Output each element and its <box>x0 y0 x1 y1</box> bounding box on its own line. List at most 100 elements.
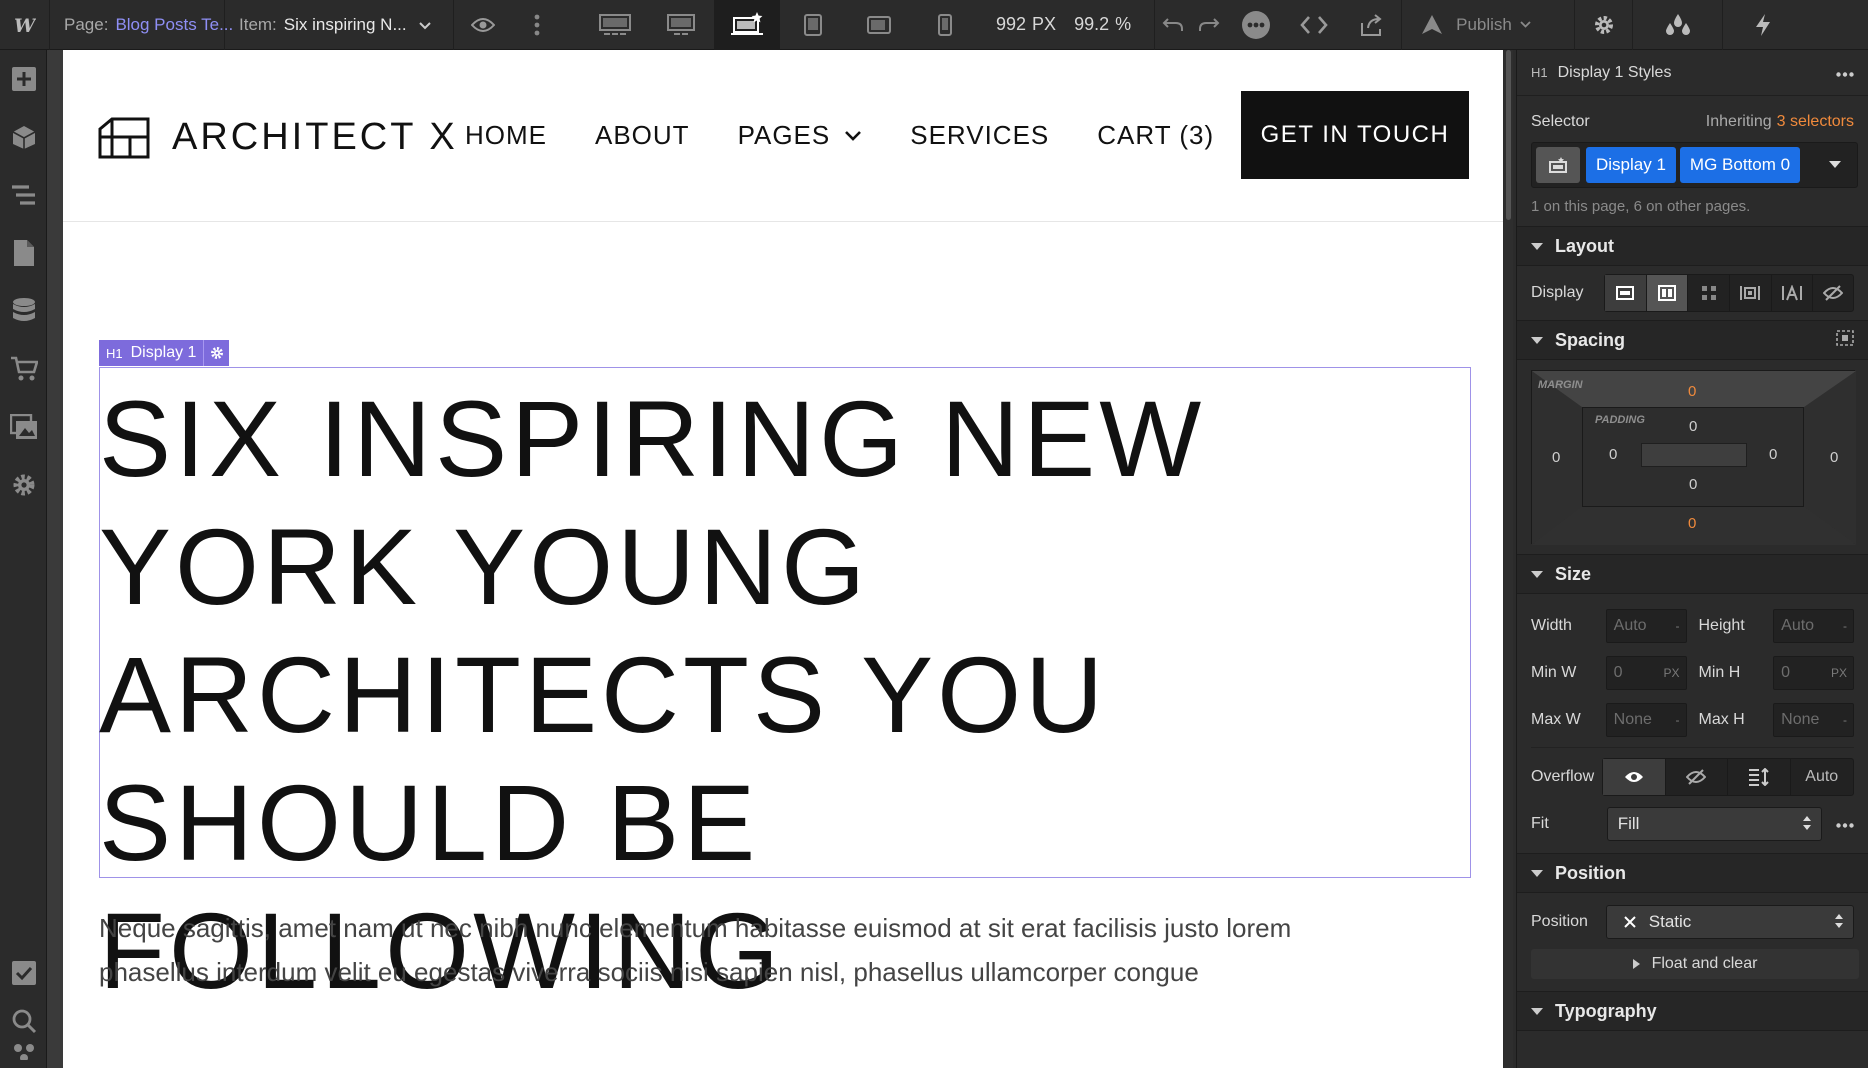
selector-chip-mg-bottom-0[interactable]: MG Bottom 0 <box>1679 147 1801 183</box>
breakpoint-tablet-icon[interactable] <box>780 0 846 50</box>
settings-gear-icon[interactable] <box>1575 0 1634 50</box>
spacing-expand-icon[interactable] <box>1836 329 1854 351</box>
comments-icon[interactable] <box>1227 0 1285 50</box>
canvas-zoom-unit: % <box>1115 14 1132 34</box>
webflow-logo-icon[interactable]: W <box>0 0 50 50</box>
selected-element-tag[interactable]: H1 Display 1 <box>99 340 230 366</box>
nav-link-home[interactable]: HOME <box>465 120 547 151</box>
navigator-icon[interactable] <box>0 166 47 224</box>
float-and-clear-toggle[interactable]: Float and clear <box>1531 949 1859 979</box>
style-panel-header: H1 Display 1 Styles <box>1517 50 1868 96</box>
element-settings-gear-icon[interactable] <box>203 340 229 366</box>
nav-dropdown-pages[interactable]: PAGES <box>738 120 863 151</box>
brand-link[interactable]: ARCHITECT X <box>98 115 458 159</box>
fit-label: Fit <box>1531 815 1549 832</box>
width-input[interactable]: Auto - <box>1605 608 1687 643</box>
padding-top-value[interactable]: 0 <box>1689 418 1697 435</box>
more-options-icon[interactable] <box>512 0 562 50</box>
selector-state-icon[interactable] <box>1536 147 1580 183</box>
item-selector[interactable]: Item: Six inspiring N... <box>225 0 454 50</box>
nav-pages-label: PAGES <box>737 120 831 150</box>
display-grid-icon[interactable] <box>1688 275 1731 311</box>
overflow-hidden-icon[interactable] <box>1666 758 1728 795</box>
post-intro-paragraph[interactable]: Neque sagittis, amet nam ut nec nibh nun… <box>99 906 1389 994</box>
selector-chip-display-1[interactable]: Display 1 <box>1586 147 1676 183</box>
style-panel: H1 Display 1 Styles Selector Inheriting … <box>1516 50 1868 1068</box>
get-in-touch-button[interactable]: GET IN TOUCH <box>1241 91 1469 179</box>
overflow-auto-button[interactable]: Auto <box>1791 759 1854 795</box>
padding-left-value[interactable]: 0 <box>1609 446 1617 463</box>
max-width-input[interactable]: None - <box>1605 702 1687 737</box>
padding-bottom-value[interactable]: 0 <box>1689 476 1697 493</box>
symbols-cube-icon[interactable] <box>0 108 47 166</box>
site-settings-gear-icon[interactable] <box>0 456 47 514</box>
margin-top-value[interactable]: 0 <box>1688 383 1696 400</box>
position-value: Static <box>1648 912 1692 931</box>
display-block-icon[interactable] <box>1605 275 1647 311</box>
publish-button[interactable]: Publish <box>1401 0 1576 50</box>
height-input[interactable]: Auto - <box>1773 608 1854 643</box>
padding-label: PADDING <box>1595 414 1645 426</box>
assets-images-icon[interactable] <box>0 398 47 456</box>
fit-more-icon[interactable] <box>1836 815 1854 833</box>
preview-eye-icon[interactable] <box>454 0 512 50</box>
canvas-width-value[interactable]: 992 <box>990 14 1032 35</box>
selector-label: Selector <box>1531 113 1590 130</box>
max-height-input[interactable]: None - <box>1773 702 1854 737</box>
selector-field[interactable]: Display 1 MG Bottom 0 <box>1531 142 1858 188</box>
min-width-input[interactable]: 0 PX <box>1605 655 1687 690</box>
section-typography-header[interactable]: Typography <box>1517 991 1868 1031</box>
margin-right-value[interactable]: 0 <box>1830 449 1838 466</box>
position-controls: Position Static Float and clear <box>1517 893 1868 979</box>
interactions-bolt-icon[interactable] <box>1723 0 1803 50</box>
inheriting-selectors-link[interactable]: 3 selectors <box>1777 113 1854 131</box>
canvas-zoom-value[interactable]: 99.2 <box>1068 14 1115 35</box>
breakpoint-1440-icon[interactable] <box>648 0 714 50</box>
fit-select[interactable]: Fill <box>1606 807 1822 841</box>
section-typography-title: Typography <box>1555 1000 1657 1021</box>
undo-icon[interactable] <box>1155 0 1191 50</box>
position-select[interactable]: Static <box>1605 905 1854 939</box>
margin-bottom-value[interactable]: 0 <box>1688 515 1696 532</box>
export-icon[interactable] <box>1343 0 1401 50</box>
add-elements-icon[interactable] <box>0 50 47 108</box>
style-manager-drops-icon[interactable] <box>1633 0 1724 50</box>
section-spacing-header[interactable]: Spacing <box>1517 320 1868 360</box>
element-type-badge: H1 <box>106 345 123 361</box>
designer-canvas[interactable]: ARCHITECT X HOME ABOUT PAGES SERVICES CA… <box>47 50 1513 1068</box>
padding-right-value[interactable]: 0 <box>1769 446 1777 463</box>
page-selector[interactable]: Page: Blog Posts Te... <box>50 0 233 50</box>
section-size-header[interactable]: Size <box>1517 554 1868 594</box>
display-inline-block-icon[interactable] <box>1730 275 1772 311</box>
breakpoint-desktop-icon[interactable] <box>714 0 780 50</box>
nav-link-services[interactable]: SERVICES <box>910 120 1049 151</box>
section-layout-header[interactable]: Layout <box>1517 226 1868 266</box>
code-icon[interactable] <box>1285 0 1343 50</box>
overflow-visible-eye-icon[interactable] <box>1603 758 1666 795</box>
breakpoint-landscape-icon[interactable] <box>846 0 912 50</box>
min-height-input[interactable]: 0 PX <box>1773 655 1854 690</box>
section-position-header[interactable]: Position <box>1517 853 1868 893</box>
display-none-icon[interactable] <box>1813 275 1853 311</box>
canvas-scrollbar[interactable] <box>1504 50 1513 1068</box>
pages-icon[interactable] <box>0 224 47 282</box>
redo-icon[interactable] <box>1191 0 1227 50</box>
selector-dropdown-icon[interactable] <box>1829 156 1841 174</box>
overflow-scroll-icon[interactable] <box>1728 758 1791 795</box>
display-flex-icon[interactable] <box>1646 275 1689 311</box>
breakpoint-phone-icon[interactable] <box>912 0 978 50</box>
collaborators-icon[interactable] <box>0 1040 47 1068</box>
margin-left-value[interactable]: 0 <box>1552 449 1560 466</box>
width-unit: - <box>1675 618 1680 633</box>
caret-down-icon <box>1531 336 1543 344</box>
spacing-box-model: MARGIN 0 0 0 0 PADDING 0 0 0 0 <box>1531 370 1856 545</box>
min-width-label: Min W <box>1531 663 1577 681</box>
breakpoint-1920-icon[interactable] <box>582 0 648 50</box>
panel-more-icon[interactable] <box>1836 64 1854 82</box>
display-inline-icon[interactable] <box>1772 275 1814 311</box>
nav-link-about[interactable]: ABOUT <box>595 120 690 151</box>
cms-database-icon[interactable] <box>0 282 47 340</box>
element-class-name: Display 1 <box>130 344 197 361</box>
nav-link-cart[interactable]: CART (3) <box>1097 120 1214 151</box>
ecommerce-cart-icon[interactable] <box>0 340 47 398</box>
